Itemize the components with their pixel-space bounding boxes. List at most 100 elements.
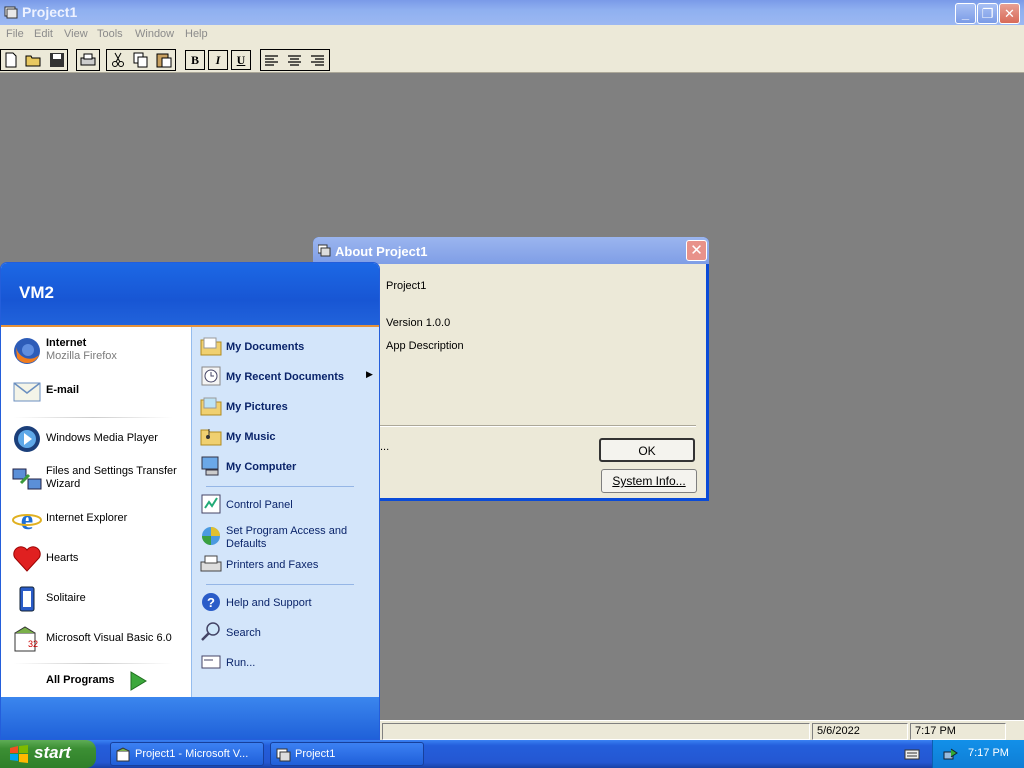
print-icon[interactable] bbox=[80, 52, 96, 68]
italic-button[interactable]: I bbox=[208, 50, 228, 70]
bold-button[interactable]: B bbox=[185, 50, 205, 70]
underline-button[interactable]: U bbox=[231, 50, 251, 70]
start-menu-footer bbox=[1, 697, 379, 739]
recent-label: Internet Explorer bbox=[46, 512, 128, 524]
taskbar: start Project1 - Microsoft V... Project1… bbox=[0, 740, 1024, 768]
task-vb-project[interactable]: Project1 - Microsoft V... bbox=[110, 742, 264, 766]
svg-text:e: e bbox=[21, 505, 33, 535]
ok-button[interactable]: OK bbox=[599, 438, 695, 462]
setting-program-access[interactable]: Set Program Access and Defaults bbox=[198, 523, 378, 551]
align-right-icon[interactable] bbox=[310, 54, 326, 68]
place-my-music[interactable]: My Music bbox=[198, 423, 378, 451]
dialog-title: About Project1 bbox=[335, 244, 428, 259]
firefox-icon bbox=[14, 338, 40, 364]
open-folder-icon[interactable] bbox=[25, 52, 43, 68]
place-my-recent-documents[interactable]: My Recent Documents ▶ bbox=[198, 363, 378, 391]
align-left-icon[interactable] bbox=[264, 54, 280, 68]
start-label: start bbox=[34, 743, 71, 762]
start-button[interactable]: start bbox=[0, 740, 96, 768]
place-my-computer[interactable]: My Computer bbox=[198, 453, 378, 481]
align-center-icon[interactable] bbox=[287, 54, 303, 68]
separator bbox=[206, 584, 354, 585]
run[interactable]: Run... bbox=[198, 649, 378, 677]
user-name: VM2 bbox=[19, 283, 54, 302]
folder-icon bbox=[200, 429, 222, 446]
help-label: Search bbox=[226, 627, 261, 639]
menu-view[interactable]: View bbox=[64, 28, 88, 40]
pinned-subtitle: Mozilla Firefox bbox=[46, 350, 117, 362]
minimize-button[interactable]: _ bbox=[955, 3, 976, 24]
transfer-wizard-icon bbox=[12, 468, 42, 490]
place-label: My Music bbox=[226, 431, 276, 443]
recent-internet-explorer[interactable]: e Internet Explorer bbox=[9, 501, 189, 537]
setting-printers-faxes[interactable]: Printers and Faxes bbox=[198, 551, 378, 579]
help-label: Help and Support bbox=[226, 597, 312, 609]
place-my-documents[interactable]: My Documents bbox=[198, 333, 378, 361]
place-label: My Computer bbox=[226, 461, 297, 473]
close-icon: ✕ bbox=[690, 242, 703, 259]
dialog-title-bar[interactable]: About Project1 ✕ bbox=[313, 237, 709, 264]
folder-icon bbox=[200, 397, 222, 416]
pinned-email[interactable]: E-mail bbox=[9, 373, 189, 409]
recent-windows-media-player[interactable]: Windows Media Player bbox=[9, 421, 189, 457]
toolbar: B I U bbox=[0, 45, 1024, 73]
pinned-internet[interactable]: Internet Mozilla Firefox bbox=[9, 333, 189, 369]
restore-button[interactable]: ❐ bbox=[977, 3, 998, 24]
dialog-close-button[interactable]: ✕ bbox=[686, 240, 707, 261]
media-player-icon bbox=[14, 426, 40, 452]
separator bbox=[206, 486, 354, 487]
cut-icon[interactable] bbox=[110, 52, 126, 68]
close-button[interactable]: ✕ bbox=[999, 3, 1020, 24]
app-title-bar[interactable]: Project1 _ ❐ ✕ bbox=[0, 0, 1024, 25]
recent-visual-basic[interactable]: 32 Microsoft Visual Basic 6.0 bbox=[9, 621, 189, 657]
menu-edit[interactable]: Edit bbox=[34, 28, 53, 40]
app-title: Project1 bbox=[22, 4, 78, 20]
clock[interactable]: 7:17 PM bbox=[968, 747, 1009, 759]
menu-file[interactable]: File bbox=[6, 28, 24, 40]
menu-window[interactable]: Window bbox=[135, 28, 174, 40]
recent-hearts[interactable]: Hearts bbox=[9, 541, 189, 577]
dialog-app-icon bbox=[318, 244, 331, 257]
menu-tools[interactable]: Tools bbox=[97, 28, 123, 40]
help-label: Run... bbox=[226, 657, 256, 669]
menu-help[interactable]: Help bbox=[185, 28, 208, 40]
system-tray: 7:17 PM bbox=[932, 740, 1024, 768]
setting-control-panel[interactable]: Control Panel bbox=[198, 491, 378, 519]
recent-transfer-wizard[interactable]: Files and Settings Transfer Wizard bbox=[9, 461, 189, 497]
solitaire-icon bbox=[19, 586, 35, 612]
recent-label: Solitaire bbox=[46, 592, 86, 604]
save-icon[interactable] bbox=[49, 52, 65, 68]
copy-icon[interactable] bbox=[133, 52, 149, 68]
restore-icon: ❐ bbox=[981, 6, 994, 21]
place-label: My Pictures bbox=[226, 401, 288, 413]
close-icon: ✕ bbox=[1004, 6, 1015, 21]
recent-label: Microsoft Visual Basic 6.0 bbox=[46, 632, 172, 644]
network-icon[interactable] bbox=[943, 746, 959, 762]
recent-solitaire[interactable]: Solitaire bbox=[9, 581, 189, 617]
all-programs-button[interactable]: All Programs bbox=[41, 669, 151, 693]
paste-icon[interactable] bbox=[156, 52, 172, 68]
svg-text:32: 32 bbox=[28, 639, 38, 649]
place-label: My Documents bbox=[226, 341, 305, 353]
run-icon bbox=[201, 655, 221, 669]
help-icon: ? bbox=[202, 593, 220, 611]
system-info-button[interactable]: System Info... bbox=[601, 469, 697, 493]
pinned-title: E-mail bbox=[46, 384, 80, 396]
separator bbox=[13, 663, 173, 664]
status-panel bbox=[382, 723, 810, 740]
help-and-support[interactable]: ? Help and Support bbox=[198, 589, 378, 617]
new-file-icon[interactable] bbox=[3, 52, 19, 68]
control-panel-icon bbox=[201, 494, 221, 514]
place-my-pictures[interactable]: My Pictures bbox=[198, 393, 378, 421]
separator bbox=[13, 417, 173, 418]
minimize-icon: _ bbox=[961, 6, 970, 21]
search[interactable]: Search bbox=[198, 619, 378, 647]
arrow-right-icon bbox=[130, 671, 147, 691]
warning-label: ... bbox=[380, 441, 390, 453]
keyboard-icon[interactable] bbox=[904, 747, 920, 761]
submenu-arrow-icon: ▶ bbox=[366, 369, 373, 379]
start-menu: VM2 Internet Mozilla Firefox E-mail Wind… bbox=[0, 262, 380, 740]
app-window-icon bbox=[276, 748, 291, 762]
task-project1[interactable]: Project1 bbox=[270, 742, 424, 766]
task-label: Project1 - Microsoft V... bbox=[135, 748, 249, 760]
